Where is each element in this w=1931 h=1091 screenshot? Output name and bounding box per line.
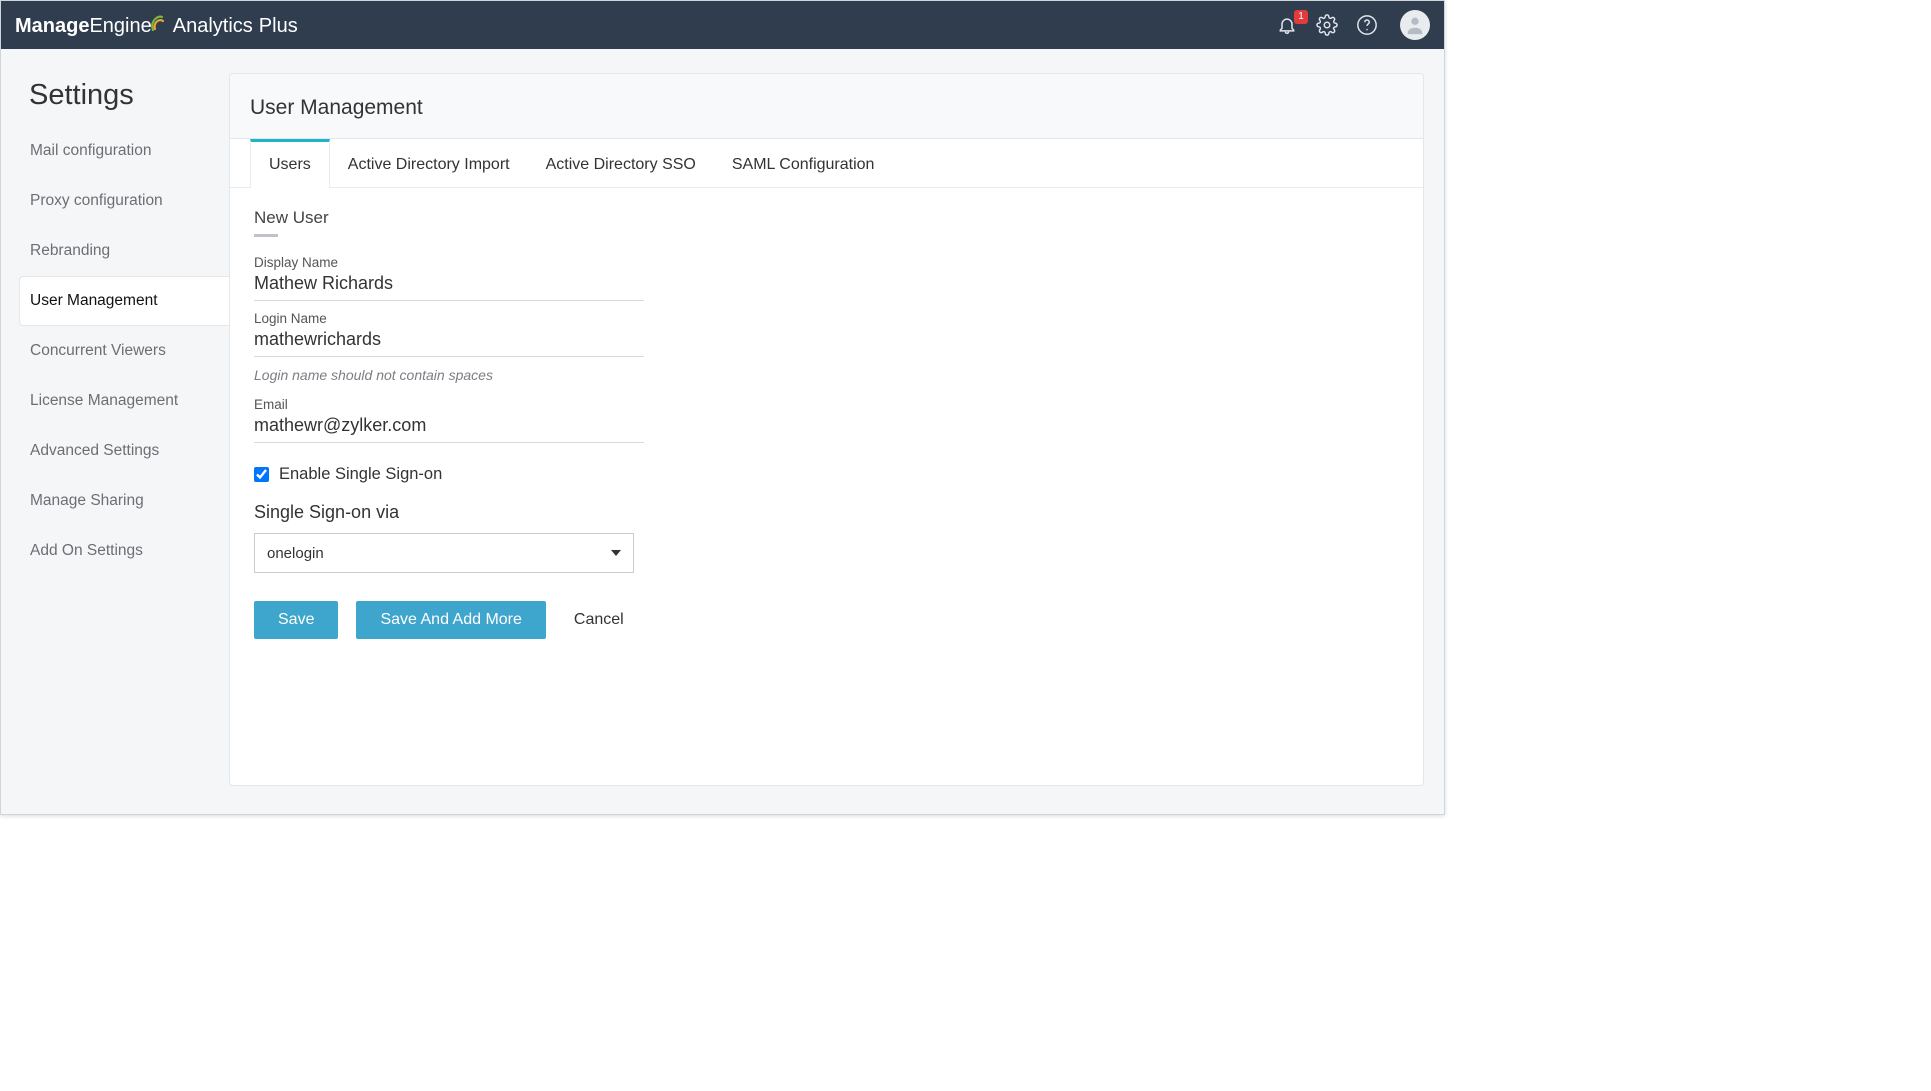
help-button[interactable] (1354, 12, 1380, 38)
main-header: User Management (230, 74, 1423, 139)
label-enable-sso[interactable]: Enable Single Sign-on (279, 465, 442, 484)
sidebar-item-license-management[interactable]: License Management (1, 376, 229, 426)
input-display-name[interactable] (254, 270, 644, 301)
sidebar: Settings Mail configuration Proxy config… (1, 49, 229, 814)
brand-text-plus: Plus (259, 15, 298, 38)
tab-ad-import[interactable]: Active Directory Import (330, 139, 528, 187)
tab-saml-config[interactable]: SAML Configuration (714, 139, 893, 187)
section-title: New User (254, 208, 329, 234)
sidebar-item-mail-configuration[interactable]: Mail configuration (1, 126, 229, 176)
label-login-name: Login Name (254, 311, 644, 326)
main-panel: User Management Users Active Directory I… (229, 73, 1424, 786)
save-button[interactable]: Save (254, 601, 338, 639)
notifications-badge: 1 (1294, 10, 1308, 24)
tabs: Users Active Directory Import Active Dir… (230, 139, 1423, 188)
select-sso-via[interactable]: onelogin (254, 533, 634, 573)
sidebar-item-advanced-settings[interactable]: Advanced Settings (1, 426, 229, 476)
page-title: User Management (250, 96, 1403, 120)
select-sso-via-value: onelogin (267, 545, 324, 562)
gear-icon (1316, 14, 1338, 36)
brand-logo: ManageEngine Analytics Plus (15, 12, 298, 38)
checkbox-enable-sso[interactable] (254, 467, 269, 482)
brand-text-analytics: Analytics (173, 15, 253, 38)
input-login-name[interactable] (254, 326, 644, 357)
section-title-underline (254, 234, 278, 237)
field-display-name: Display Name (254, 255, 644, 301)
sidebar-item-add-on-settings[interactable]: Add On Settings (1, 526, 229, 576)
hint-login-name: Login name should not contain spaces (254, 367, 1399, 383)
save-add-more-button[interactable]: Save And Add More (356, 601, 545, 639)
label-email: Email (254, 397, 644, 412)
avatar-icon (1404, 14, 1426, 36)
settings-button[interactable] (1314, 12, 1340, 38)
notifications-button[interactable]: 1 (1274, 12, 1300, 38)
tab-ad-sso[interactable]: Active Directory SSO (528, 139, 714, 187)
input-email[interactable] (254, 412, 644, 443)
sidebar-item-rebranding[interactable]: Rebranding (1, 226, 229, 276)
sidebar-item-user-management[interactable]: User Management (19, 276, 230, 326)
brand-swirl-icon (151, 12, 165, 32)
help-icon (1356, 14, 1378, 36)
sidebar-item-concurrent-viewers[interactable]: Concurrent Viewers (1, 326, 229, 376)
topbar: ManageEngine Analytics Plus 1 (1, 1, 1444, 49)
topbar-actions: 1 (1274, 10, 1430, 40)
sidebar-title: Settings (1, 79, 229, 126)
chevron-down-icon (611, 550, 621, 556)
label-sso-via: Single Sign-on via (254, 502, 1399, 523)
tab-users[interactable]: Users (250, 139, 330, 187)
field-email: Email (254, 397, 644, 443)
form-content: New User Display Name Login Name Login n… (230, 188, 1423, 659)
field-login-name: Login Name (254, 311, 644, 357)
cancel-link[interactable]: Cancel (574, 611, 624, 629)
sidebar-item-proxy-configuration[interactable]: Proxy configuration (1, 176, 229, 226)
user-avatar[interactable] (1400, 10, 1430, 40)
sidebar-item-manage-sharing[interactable]: Manage Sharing (1, 476, 229, 526)
label-display-name: Display Name (254, 255, 644, 270)
